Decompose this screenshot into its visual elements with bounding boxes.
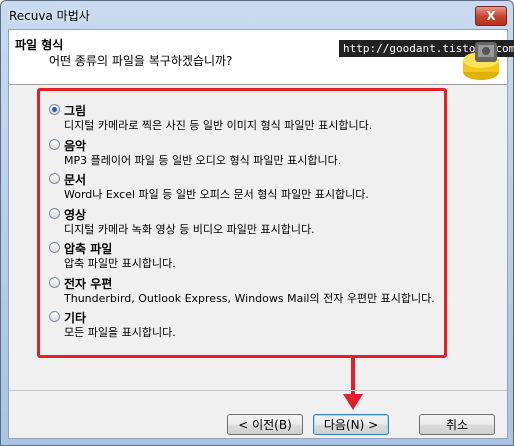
title-bar[interactable]: Recuva 마법사 X [1, 1, 513, 29]
option-description: Thunderbird, Outlook Express, Windows Ma… [64, 291, 435, 305]
page-title: 파일 형식 [15, 38, 64, 52]
recuva-logo-icon [463, 42, 499, 80]
red-arrow-icon [343, 358, 363, 410]
radio-button[interactable] [49, 173, 60, 184]
wizard-header: 파일 형식 어떤 종류의 파일을 복구하겠습니까? http://goodant… [9, 30, 514, 85]
option-description: 디지털 카메라로 찍은 사진 등 일반 이미지 형식 파일만 표시합니다. [64, 119, 373, 132]
option-description: MP3 플레이어 파일 등 일반 오디오 형식 파일만 표시합니다. [64, 153, 342, 167]
next-button[interactable]: 다음(N) > [313, 414, 389, 435]
window-title: Recuva 마법사 [9, 9, 90, 23]
radio-button[interactable] [49, 242, 60, 253]
option-description: 디지털 카메라 녹화 영상 등 비디오 파일만 표시합니다. [64, 222, 315, 236]
radio-button[interactable] [49, 138, 60, 150]
cancel-button[interactable]: 취소 [419, 414, 495, 435]
option-description: 모든 파일을 표시합니다. [64, 326, 176, 339]
option-description: Word나 Excel 파일 등 일반 오피스 문서 형식 파일만 표시합니다. [64, 188, 369, 201]
radio-button[interactable] [49, 276, 60, 288]
footer-divider [9, 390, 507, 391]
close-button[interactable]: X [475, 6, 507, 26]
wizard-window: Recuva 마법사 X 파일 형식 어떤 종류의 파일을 복구하겠습니까? h… [0, 0, 514, 446]
back-button[interactable]: < 이전(B) [227, 414, 303, 435]
wizard-client-area: 파일 형식 어떤 종류의 파일을 복구하겠습니까? http://goodant… [8, 29, 514, 439]
radio-button[interactable] [49, 104, 60, 115]
page-subtitle: 어떤 종류의 파일을 복구하겠습니까? [49, 54, 233, 68]
radio-button[interactable] [49, 207, 60, 219]
option-description: 압축 파일만 표시합니다. [64, 257, 176, 270]
radio-button[interactable] [49, 311, 60, 322]
